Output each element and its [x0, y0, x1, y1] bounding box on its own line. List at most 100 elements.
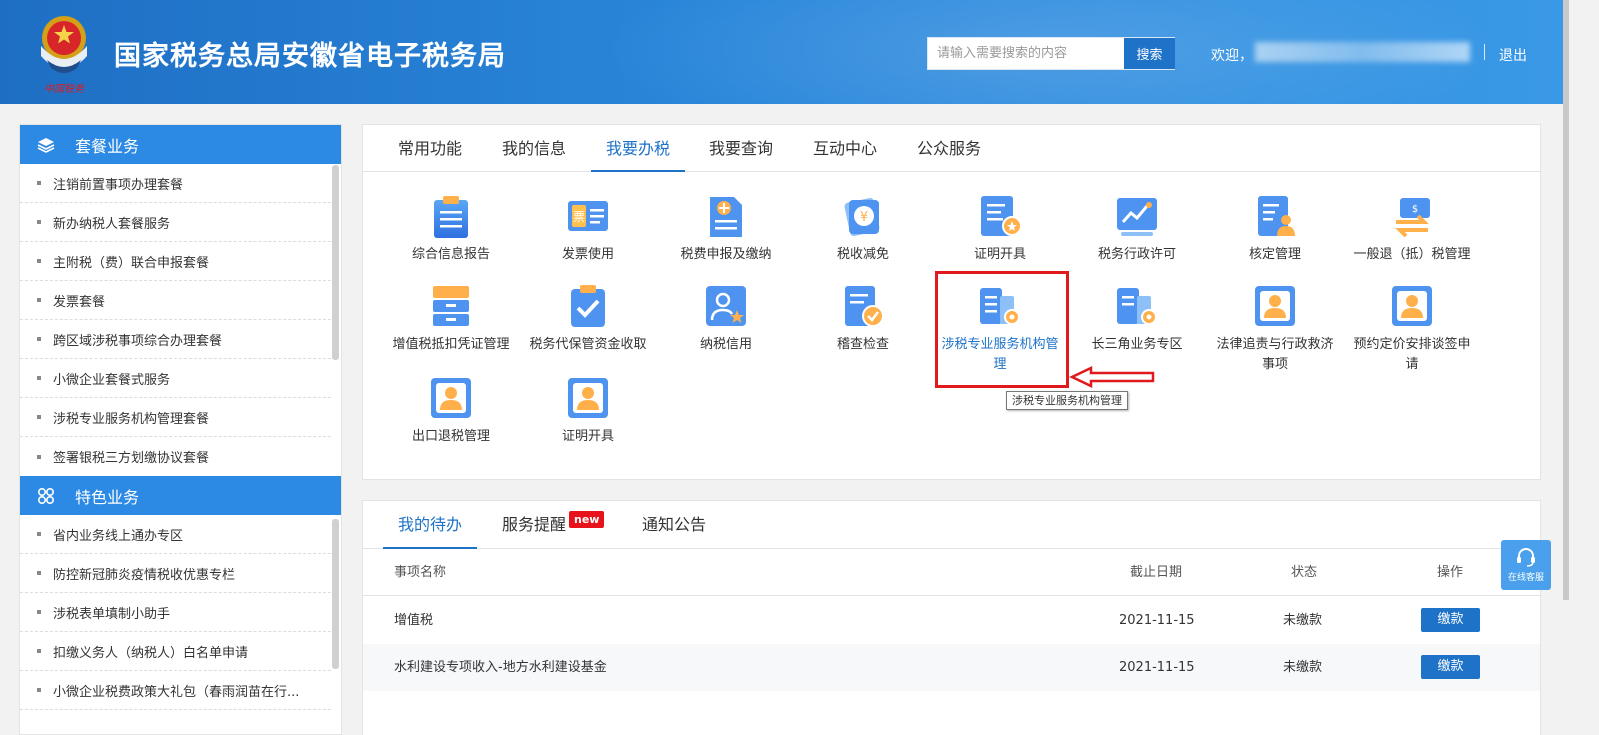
welcome-text: 欢迎， [1211, 48, 1253, 64]
sidebar-item[interactable]: 跨区域涉税事项综合办理套餐 [20, 320, 331, 359]
func-invoice[interactable]: 票 发票使用 [528, 194, 648, 265]
func-label: 证明开具 [973, 247, 1026, 262]
func-pricing-arrangement[interactable]: 预约定价安排谈签申请 [1352, 284, 1472, 375]
declaration-icon [710, 197, 742, 237]
assessment-icon [1258, 196, 1295, 236]
sidebar-item[interactable]: 扣缴义务人（纳税人）白名单申请 [20, 632, 331, 671]
search-box: 搜索 [927, 37, 1175, 70]
col-action: 操作 [1437, 565, 1464, 580]
cell-deadline: 2021-11-15 [1119, 660, 1195, 675]
bullet [37, 337, 41, 341]
tax-emblem-icon: 中国税务 [41, 16, 87, 95]
sidebar-item[interactable]: 小微企业税费政策大礼包（春雨润苗在行... [20, 671, 331, 710]
todo-panel: 我的待办 服务提醒 new 通知公告 事项名称 截止日期 状态 操作 增值税 2… [362, 500, 1541, 735]
func-label: 综合信息报告 [411, 247, 490, 262]
header-divider [1484, 44, 1485, 60]
func-label: 发票使用 [561, 247, 614, 262]
func-inspection[interactable]: 稽查检查 [803, 284, 923, 355]
person-card-icon [1255, 286, 1295, 326]
bullet [37, 688, 41, 692]
sidebar-item[interactable]: 涉税表单填制小助手 [20, 593, 331, 632]
func-tax-credit[interactable]: 纳税信用 [666, 284, 786, 355]
func-label: 核定管理 [1248, 247, 1301, 262]
func-label: 税费申报及缴纳 [680, 247, 772, 262]
table-row: 增值税 2021-11-15 未缴款 缴款 [363, 597, 1540, 644]
func-vat-deduction[interactable]: 增值税抵扣凭证管理 [391, 284, 511, 355]
bullet [37, 415, 41, 419]
sidebar-scrollbar-top[interactable] [332, 165, 339, 360]
tab-query[interactable]: 我要查询 [696, 125, 786, 172]
col-item-name: 事项名称 [394, 565, 447, 580]
headset-icon [1517, 548, 1535, 567]
func-tax-reduction[interactable]: ¥ 税收减免 [803, 194, 923, 265]
tab-my-info[interactable]: 我的信息 [489, 125, 579, 172]
func-yangtze-delta[interactable]: 长三角业务专区 [1077, 284, 1197, 355]
func-comprehensive-report[interactable]: 综合信息报告 [391, 194, 511, 265]
col-status: 状态 [1291, 565, 1318, 580]
func-certificate[interactable]: 证明开具 [940, 194, 1060, 265]
sidebar-item[interactable]: 涉税专业服务机构管理套餐 [20, 398, 331, 437]
svg-text:票: 票 [573, 210, 585, 224]
sidebar-item-label: 小微企业套餐式服务 [53, 372, 171, 388]
func-custody-funds[interactable]: 税务代保管资金收取 [528, 284, 648, 355]
sidebar-item[interactable]: 新办纳税人套餐服务 [20, 203, 331, 242]
bullet [37, 532, 41, 536]
sidebar-group-header[interactable]: 套餐业务 [20, 125, 341, 164]
svg-text:中国税务: 中国税务 [44, 83, 85, 95]
pay-button[interactable]: 缴款 [1421, 655, 1480, 679]
sidebar-item[interactable]: 发票套餐 [20, 281, 331, 320]
svg-text:¥: ¥ [860, 210, 868, 225]
sidebar-item[interactable]: 防控新冠肺炎疫情税收优惠专栏 [20, 554, 331, 593]
cell-status: 未缴款 [1283, 660, 1323, 675]
layers-icon [37, 137, 55, 153]
func-label: 出口退税管理 [411, 429, 490, 444]
func-export-refund[interactable]: 出口退税管理 [391, 376, 511, 447]
tab-service-reminder[interactable]: 服务提醒 [489, 501, 579, 549]
svg-text:$: $ [1412, 204, 1418, 215]
func-administrative-license[interactable]: 税务行政许可 [1077, 194, 1197, 265]
search-button[interactable]: 搜索 [1124, 38, 1175, 69]
tab-notice[interactable]: 通知公告 [629, 501, 719, 549]
sidebar-item-label: 涉税专业服务机构管理套餐 [53, 411, 210, 427]
sidebar-group-header[interactable]: 特色业务 [20, 476, 341, 515]
sidebar-item[interactable]: 省内业务线上通办专区 [20, 515, 331, 554]
sidebar-item-label: 涉税表单填制小助手 [53, 606, 171, 622]
sidebar-scrollbar-bottom[interactable] [332, 519, 339, 669]
sidebar-group-title: 套餐业务 [75, 136, 140, 156]
tab-public-service[interactable]: 公众服务 [904, 125, 994, 172]
func-legal-relief[interactable]: 法律追责与行政救济事项 [1215, 284, 1335, 375]
certificate-icon [981, 196, 1022, 236]
func-assessment[interactable]: 核定管理 [1215, 194, 1335, 265]
bullet [37, 454, 41, 459]
tab-common[interactable]: 常用功能 [385, 125, 475, 172]
logout-link[interactable]: 退出 [1499, 45, 1527, 65]
person-card-icon [1392, 286, 1432, 326]
credit-user-icon [706, 286, 746, 326]
func-refund[interactable]: $ 一般退（抵）税管理 [1352, 194, 1472, 265]
cell-status: 未缴款 [1283, 613, 1323, 628]
site-header: 中国税务 国家税务总局安徽省电子税务局 搜索 欢迎， 退出 [0, 0, 1563, 104]
func-certificate-2[interactable]: 证明开具 [528, 376, 648, 447]
license-chart-icon [1117, 198, 1157, 236]
sidebar-item-label: 发票套餐 [53, 294, 106, 310]
search-input[interactable] [928, 38, 1123, 69]
tab-interaction[interactable]: 互动中心 [800, 125, 890, 172]
document-report-icon [434, 196, 468, 238]
sidebar-item[interactable]: 注销前置事项办理套餐 [20, 164, 331, 203]
tab-my-todo[interactable]: 我的待办 [383, 501, 477, 549]
invoice-icon: 票 [568, 201, 608, 231]
pay-button[interactable]: 缴款 [1421, 608, 1480, 632]
cell-item-name: 增值税 [394, 613, 434, 628]
func-label: 预约定价安排谈签申请 [1353, 337, 1471, 372]
sidebar-item[interactable]: 签署银税三方划缴协议套餐 [20, 437, 331, 476]
person-card-icon [431, 378, 471, 418]
page-scrollbar[interactable] [1563, 0, 1569, 600]
func-label: 税务行政许可 [1097, 247, 1176, 262]
online-service-button[interactable]: 在线客服 [1501, 540, 1551, 590]
tab-tax-handling[interactable]: 我要办税 [591, 125, 685, 172]
sidebar-item[interactable]: 小微企业套餐式服务 [20, 359, 331, 398]
sidebar-item[interactable]: 主附税（费）联合申报套餐 [20, 242, 331, 281]
bullet [37, 220, 41, 224]
site-title: 国家税务总局安徽省电子税务局 [114, 41, 506, 72]
func-declaration[interactable]: 税费申报及缴纳 [666, 194, 786, 265]
